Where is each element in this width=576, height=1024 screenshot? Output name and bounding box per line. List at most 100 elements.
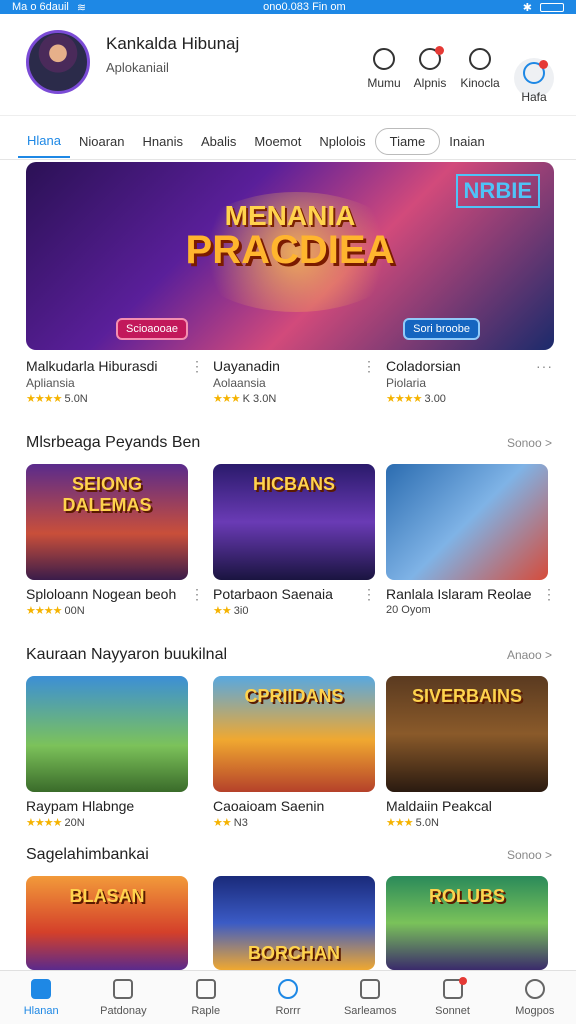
tab-4[interactable]: Abalis bbox=[192, 126, 245, 157]
featured-title: Coladorsian bbox=[386, 358, 461, 374]
more-options-icon[interactable]: ⋮ bbox=[190, 586, 205, 603]
header-action-label: Mumu bbox=[367, 76, 401, 90]
section-title: Sagelahimbankai bbox=[26, 846, 149, 863]
thumbnail-logo: ROLUBS bbox=[429, 886, 505, 906]
star-icon: ★★★★ bbox=[26, 393, 62, 405]
more-options-icon[interactable]: ⋮ bbox=[542, 586, 557, 603]
nav-label: Rorrr bbox=[275, 1005, 301, 1017]
nav-label: Patdonay bbox=[100, 1005, 147, 1017]
game-thumbnail[interactable] bbox=[386, 464, 548, 580]
category-tabs: Hlana Nioaran Hnanis Abalis Moemot Nplol… bbox=[0, 124, 576, 160]
featured-item[interactable]: Malkudarla Hiburasdi Apliansia ★★★★ 5.0N bbox=[26, 358, 196, 405]
more-options-icon[interactable]: ⋮ bbox=[362, 358, 377, 375]
refresh-icon bbox=[277, 979, 298, 999]
rating-value: 00N bbox=[64, 605, 85, 617]
status-right: ✱ bbox=[523, 1, 564, 14]
header-action-chat[interactable]: Hafa bbox=[514, 58, 554, 104]
avatar[interactable] bbox=[26, 30, 90, 94]
game-thumbnail[interactable]: BLASAN bbox=[26, 876, 188, 970]
featured-rating: ★★★★ 3.00 bbox=[386, 392, 556, 405]
bottom-nav: Hlanan Patdonay Raple Rorrr Sarleamos So… bbox=[0, 970, 576, 1024]
tab-7[interactable]: Tiame bbox=[374, 128, 441, 155]
star-icon: ★★ bbox=[213, 605, 232, 617]
chat-icon bbox=[523, 60, 548, 84]
game-item[interactable]: Potarbaon Saenaia ★★ 3i0 bbox=[213, 586, 383, 617]
game-rating: ★★ 3i0 bbox=[213, 604, 383, 617]
game-thumbnail[interactable]: HICBANS bbox=[213, 464, 375, 580]
nav-bell[interactable]: Sonnet bbox=[411, 971, 493, 1024]
featured-title: Uayanadin bbox=[213, 358, 280, 374]
nav-label: Raple bbox=[191, 1005, 221, 1017]
more-options-icon[interactable]: ··· bbox=[536, 358, 553, 374]
tab-3[interactable]: Hnanis bbox=[134, 126, 192, 157]
game-thumbnail[interactable] bbox=[26, 676, 188, 792]
game-rating: ★★★ 5.0N bbox=[386, 816, 556, 829]
user-icon bbox=[524, 979, 545, 999]
game-thumbnail[interactable]: BORCHAN bbox=[213, 876, 375, 970]
thumbnail-logo: SEIONG DALEMAS bbox=[62, 474, 152, 515]
game-thumbnail[interactable]: CPRIIDANS bbox=[213, 676, 375, 792]
home-icon bbox=[31, 979, 52, 999]
featured-item[interactable]: Uayanadin Aolaansia ★★★ K 3.0N bbox=[213, 358, 383, 405]
notification-dot bbox=[458, 977, 467, 985]
rating-value: 3.00 bbox=[424, 393, 446, 405]
nav-calendar[interactable]: Patdonay bbox=[82, 971, 164, 1024]
more-options-icon[interactable]: ⋮ bbox=[190, 358, 205, 375]
tab-8[interactable]: Inaian bbox=[440, 126, 493, 157]
header-action-group[interactable]: Kinocla bbox=[454, 48, 506, 108]
section-more-link[interactable]: Sonoo > bbox=[507, 848, 552, 862]
group-icon bbox=[469, 48, 491, 70]
game-item[interactable]: Caoaioam Saenin ★★ N3 bbox=[213, 798, 383, 829]
game-title: Caoaioam Saenin bbox=[213, 798, 325, 814]
tab-5[interactable]: Moemot bbox=[245, 126, 310, 157]
game-item[interactable]: Ranlala Islaram Reolae 20 Oyom bbox=[386, 586, 556, 616]
section-more-link[interactable]: Anaoo > bbox=[507, 648, 552, 662]
game-item[interactable]: Maldaiin Peakcal ★★★ 5.0N bbox=[386, 798, 556, 829]
section-more-link[interactable]: Sonoo > bbox=[507, 436, 552, 450]
notification-dot bbox=[435, 46, 444, 55]
hero-badge-left[interactable]: Scioaooae bbox=[116, 318, 188, 340]
nav-refresh[interactable]: Rorrr bbox=[247, 971, 329, 1024]
game-thumbnail[interactable]: ROLUBS bbox=[386, 876, 548, 970]
game-rating: ★★ N3 bbox=[213, 816, 383, 829]
more-options-icon[interactable]: ⋮ bbox=[362, 586, 377, 603]
featured-rating: ★★★★ 5.0N bbox=[26, 392, 196, 405]
star-icon: ★★★★ bbox=[26, 605, 62, 617]
game-title: Maldaiin Peakcal bbox=[386, 798, 492, 814]
nav-label: Mogpos bbox=[515, 1005, 555, 1017]
header-action-trophy[interactable]: Alpnis bbox=[404, 46, 456, 108]
hero-title-main: PRACDIEA bbox=[185, 228, 395, 272]
game-thumbnail[interactable]: SEIONG DALEMAS bbox=[26, 464, 188, 580]
hero-banner[interactable]: NRBIE MENANIA PRACDIEA Scioaooae Sori br… bbox=[26, 162, 554, 350]
rating-value: 20N bbox=[64, 817, 85, 829]
game-title: Raypam Hlabnge bbox=[26, 798, 135, 814]
trophy-icon bbox=[419, 46, 444, 70]
header-action-music[interactable]: Mumu bbox=[358, 48, 410, 108]
nav-label: Sonnet bbox=[435, 1005, 470, 1017]
game-thumbnail[interactable]: SIVERBAINS bbox=[386, 676, 548, 792]
thumbnail-logo: BORCHAN bbox=[248, 943, 340, 963]
nav-user[interactable]: Mogpos bbox=[494, 971, 576, 1024]
nav-book[interactable]: Raple bbox=[165, 971, 247, 1024]
status-time: Ma o 6dauil bbox=[12, 1, 69, 13]
folder-icon bbox=[360, 979, 381, 999]
hero-badge-right[interactable]: Sori broobe bbox=[403, 318, 480, 340]
section-title: Mlsrbeaga Peyands Ben bbox=[26, 434, 201, 451]
app-header: Kankalda Hibunaj Aplokaniail Mumu Alpnis… bbox=[0, 14, 576, 116]
rating-value: N3 bbox=[233, 817, 248, 829]
featured-subtitle: Piolaria bbox=[386, 376, 427, 390]
tab-6[interactable]: Nplolois bbox=[310, 126, 374, 157]
nav-home[interactable]: Hlanan bbox=[0, 971, 82, 1024]
thumbnail-logo: BLASAN bbox=[69, 886, 145, 906]
game-title: Ranlala Islaram Reolae bbox=[386, 586, 532, 602]
thumbnail-logo: HICBANS bbox=[252, 474, 335, 494]
game-item[interactable]: Raypam Hlabnge ★★★★ 20N bbox=[26, 798, 196, 829]
thumbnail-logo: CPRIIDANS bbox=[244, 686, 344, 706]
rating-value: 3i0 bbox=[233, 605, 249, 617]
game-item[interactable]: Sploloann Nogean beoh ★★★★ 00N bbox=[26, 586, 196, 617]
featured-item[interactable]: Coladorsian Piolaria ★★★★ 3.00 bbox=[386, 358, 556, 405]
nav-folder[interactable]: Sarleamos bbox=[329, 971, 411, 1024]
tab-2[interactable]: Nioaran bbox=[70, 126, 134, 157]
header-action-label: Hafa bbox=[521, 90, 547, 104]
tab-home[interactable]: Hlana bbox=[18, 125, 70, 158]
